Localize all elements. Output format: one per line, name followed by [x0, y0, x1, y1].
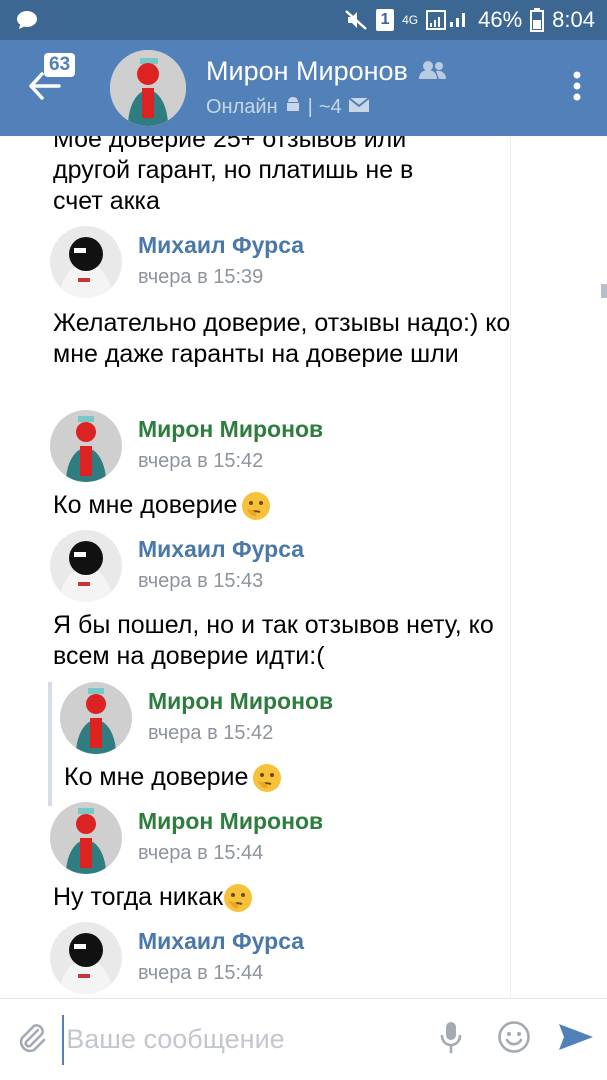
message-text: Я бы пошел, но и так отзывов нету, ко вс… — [53, 611, 494, 670]
forwarded-message-text: Ко мне доверие — [64, 762, 534, 793]
message-time: вчера в 15:44 — [138, 962, 264, 984]
message-composer — [0, 998, 607, 1080]
avatar[interactable] — [50, 922, 122, 994]
message-time: вчера в 15:42 — [138, 450, 264, 472]
forwarded-quote-bar — [48, 682, 52, 806]
message-text: Ну тогда никак — [53, 882, 523, 913]
voice-message-button[interactable] — [420, 999, 482, 1080]
avatar[interactable] — [50, 530, 122, 602]
message-input[interactable] — [62, 1014, 421, 1065]
clock: 8:04 — [552, 7, 595, 32]
divider — [510, 136, 511, 998]
message-header: Михаил Фурса вчера в 15:39 — [50, 226, 304, 298]
paperclip-icon — [14, 1020, 48, 1059]
message-author[interactable]: Михаил Фурса — [138, 926, 304, 956]
send-button[interactable] — [545, 999, 607, 1080]
avatar[interactable] — [50, 410, 122, 482]
message-author[interactable]: Михаил Фурса — [138, 534, 304, 564]
chat-bubble-icon — [16, 10, 38, 30]
message-author[interactable]: Мирон Миронов — [148, 686, 333, 716]
message-time: вчера в 15:43 — [138, 570, 264, 592]
message-text: Ко мне доверие — [53, 490, 523, 521]
message-time: вчера в 15:42 — [148, 722, 274, 744]
back-button[interactable]: 63 — [0, 40, 90, 136]
message-list[interactable]: Мое доверие 25+ отзывов или другой гаран… — [0, 136, 607, 998]
message-header: Михаил Фурса вчера в 15:44 — [50, 922, 304, 994]
thinking-face-icon — [241, 491, 271, 521]
status-separator: | — [307, 96, 313, 118]
battery-icon — [530, 8, 545, 32]
message-time: вчера в 15:39 — [138, 266, 264, 288]
message-header: Мирон Миронов вчера в 15:42 — [50, 410, 323, 482]
message-header: Михаил Фурса вчера в 15:43 — [50, 530, 304, 602]
status-count: ~4 — [318, 96, 342, 118]
network-type: 4G — [402, 13, 419, 27]
message-author[interactable]: Мирон Миронов — [138, 806, 323, 836]
android-icon — [284, 95, 302, 121]
status-bar: 1 4G 46% 8:04 — [0, 0, 607, 40]
mute-icon — [344, 9, 368, 31]
avatar[interactable] — [50, 226, 122, 298]
kebab-menu-icon — [573, 71, 581, 106]
avatar[interactable] — [60, 682, 132, 754]
friends-icon — [418, 56, 448, 87]
attach-button[interactable] — [0, 999, 62, 1080]
avatar[interactable] — [110, 50, 186, 126]
avatar[interactable] — [50, 802, 122, 874]
online-status: Онлайн — [206, 96, 278, 118]
unread-badge: 63 — [44, 53, 76, 77]
battery-percent: 46% — [478, 7, 523, 32]
message-text: Мое доверие 25+ отзывов или другой гаран… — [53, 136, 414, 215]
send-icon — [557, 1022, 595, 1057]
sim-icon: 1 — [376, 9, 395, 31]
scrollbar[interactable] — [601, 284, 607, 298]
message-header: Мирон Миронов вчера в 15:44 — [50, 802, 323, 874]
signal-icon — [426, 9, 470, 31]
smiley-icon — [497, 1020, 531, 1059]
chat-header: 63 Мирон Миронов Онлайн | ~4 — [0, 40, 607, 136]
contact-name[interactable]: Мирон Миронов — [206, 56, 408, 87]
thinking-face-icon — [252, 763, 282, 793]
thinking-face-icon — [223, 883, 253, 913]
message-time: вчера в 15:44 — [138, 842, 264, 864]
message-text: Желательно доверие, отзывы надо:) ко мне… — [53, 309, 511, 368]
emoji-button[interactable] — [483, 999, 545, 1080]
message-author[interactable]: Мирон Миронов — [138, 414, 323, 444]
message-author[interactable]: Михаил Фурса — [138, 230, 304, 260]
envelope-icon — [348, 96, 370, 119]
microphone-icon — [439, 1020, 463, 1059]
more-menu-button[interactable] — [547, 40, 607, 136]
forwarded-message-header: Мирон Миронов вчера в 15:42 — [60, 682, 333, 754]
